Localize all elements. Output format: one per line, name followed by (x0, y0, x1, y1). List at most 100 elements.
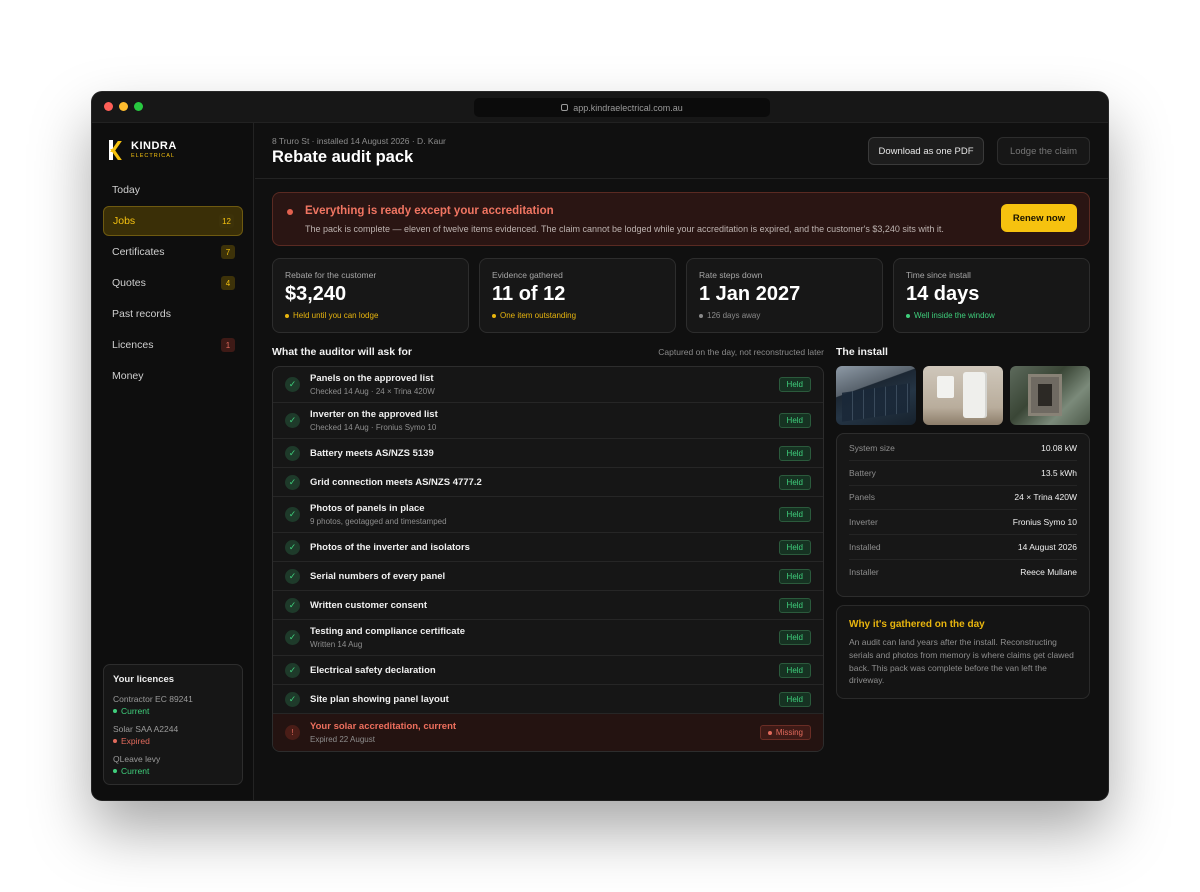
stat-note: Held until you can lodge (285, 311, 456, 320)
checkmark-icon: ✓ (285, 413, 300, 428)
stat-card-rebate: Rebate for the customer $3,240 Held unti… (272, 258, 469, 333)
sidebar-item-licences[interactable]: Licences 1 (103, 330, 243, 360)
stat-note: 126 days away (699, 311, 870, 320)
sidebar-item-label: Certificates (112, 246, 165, 258)
item-sub: 9 photos, geotagged and timestamped (310, 517, 447, 526)
sidebar-item-certificates[interactable]: Certificates 7 (103, 237, 243, 267)
renew-now-button[interactable]: Renew now (1001, 204, 1077, 232)
lodge-claim-button[interactable]: Lodge the claim (997, 137, 1090, 165)
minimize-window-button[interactable] (119, 102, 128, 111)
why-body: An audit can land years after the instal… (849, 637, 1074, 686)
checkmark-icon: ✓ (285, 662, 300, 678)
held-badge: Held (778, 413, 811, 428)
held-badge: Held (778, 691, 811, 707)
status-dot-icon (113, 709, 117, 713)
checklist-note: Captured on the day, not reconstructed l… (658, 347, 824, 357)
stat-value: $3,240 (285, 283, 347, 305)
evidence-checklist: ✓ Panels on the approved list Checked 14 … (272, 366, 824, 752)
brand-sub: ELECTRICAL (131, 152, 175, 159)
brand-logo[interactable]: KINDRA ELECTRICAL (109, 140, 177, 160)
install-photos (836, 366, 1090, 425)
item-sub: Checked 14 Aug · 24 × Trina 420W (310, 387, 435, 396)
item-label: Photos of panels in place (310, 503, 425, 514)
spec-row: Panels 24 × Trina 420W (849, 486, 1077, 511)
count-badge: 12 (219, 214, 234, 228)
sidebar-item-past-records[interactable]: Past records (103, 299, 243, 329)
checklist-row[interactable]: ✓ Testing and compliance certificate Writ… (273, 620, 823, 656)
stat-label: Rebate for the customer (285, 270, 377, 280)
checkmark-icon: ✓ (285, 507, 300, 522)
photo-roof-panels[interactable] (836, 366, 916, 425)
download-pdf-button[interactable]: Download as one PDF (868, 137, 984, 165)
licence-item: QLeave levy Current (113, 754, 233, 776)
held-badge: Held (778, 445, 811, 461)
sidebar: KINDRA ELECTRICAL Today Jobs 12 Certific… (92, 123, 254, 800)
sidebar-item-money[interactable]: Money (103, 361, 243, 391)
checklist-row[interactable]: ✓ Photos of panels in place 9 photos, geo… (273, 497, 823, 533)
status-dot-icon (767, 730, 772, 735)
count-badge: 4 (221, 276, 235, 290)
checklist-row[interactable]: ✓ Electrical safety declaration Held (273, 656, 823, 685)
stat-note: One item outstanding (492, 311, 663, 320)
close-window-button[interactable] (104, 102, 113, 111)
stat-value: 1 Jan 2027 (699, 283, 801, 305)
maximize-window-button[interactable] (134, 102, 143, 111)
status-dot-icon (113, 739, 117, 743)
main-content: 8 Truro St · installed 14 August 2026 · … (255, 123, 1108, 800)
why-panel: Why it's gathered on the day An audit ca… (836, 605, 1090, 699)
alert-heading: Everything is ready except your accredit… (305, 205, 554, 217)
why-title: Why it's gathered on the day (849, 619, 985, 630)
sidebar-item-quotes[interactable]: Quotes 4 (103, 268, 243, 298)
held-badge: Held (778, 377, 811, 392)
checklist-row[interactable]: ✓ Panels on the approved list Checked 14 … (273, 367, 823, 403)
stat-label: Time since install (906, 270, 971, 280)
sidebar-item-label: Quotes (112, 277, 146, 289)
address-bar[interactable]: app.kindraelectrical.com.au (474, 98, 770, 117)
stat-note: Well inside the window (906, 311, 1077, 320)
held-badge: Held (778, 597, 811, 613)
checkmark-icon: ✓ (285, 597, 300, 613)
item-label: Written customer consent (310, 599, 428, 611)
sidebar-item-today[interactable]: Today (103, 175, 243, 205)
spec-row: Installer Reece Mullane (849, 567, 1077, 578)
install-specs: System size 10.08 kW Battery 13.5 kWh Pane… (836, 433, 1090, 597)
sidebar-item-jobs[interactable]: Jobs 12 (103, 206, 243, 236)
photo-house-exterior[interactable] (1010, 366, 1090, 425)
checklist-row[interactable]: ✓ Battery meets AS/NZS 5139 Held (273, 439, 823, 468)
status-dot-icon (492, 313, 496, 318)
checkmark-icon: ✓ (285, 474, 300, 490)
held-badge: Held (778, 568, 811, 584)
licences-title: Your licences (113, 674, 175, 685)
item-label: Site plan showing panel layout (310, 693, 449, 705)
sidebar-item-label: Today (112, 184, 141, 196)
title-bar: app.kindraelectrical.com.au (92, 92, 1108, 123)
checklist-row[interactable]: ✓ Site plan showing panel layout Held (273, 685, 823, 714)
checklist-row[interactable]: ✓ Inverter on the approved list Checked 1… (273, 403, 823, 439)
status-dot-icon (113, 769, 117, 773)
kindra-logo-icon (109, 140, 125, 160)
held-badge: Held (778, 630, 811, 645)
spec-row: Inverter Fronius Symo 10 (849, 510, 1077, 536)
licence-name: QLeave levy (113, 754, 161, 764)
item-label: Grid connection meets AS/NZS 4777.2 (310, 476, 482, 488)
item-sub: Expired 22 August (310, 735, 375, 744)
photo-inverter-battery[interactable] (923, 366, 1003, 425)
checklist-row[interactable]: ✓ Grid connection meets AS/NZS 4777.2 He… (273, 468, 823, 497)
checklist-row[interactable]: ✓ Photos of the inverter and isolators H… (273, 533, 823, 562)
sidebar-item-label: Jobs (113, 215, 136, 227)
breadcrumb: 8 Truro St · installed 14 August 2026 · … (272, 136, 446, 146)
stat-cards: Rebate for the customer $3,240 Held unti… (272, 258, 1090, 333)
stat-card-rate: Rate steps down 1 Jan 2027 126 days away (686, 258, 883, 333)
sidebar-item-label: Past records (112, 308, 171, 320)
stat-label: Rate steps down (699, 270, 763, 280)
licences-panel[interactable]: Your licences Contractor EC 89241 Curren… (103, 664, 243, 785)
sidebar-nav: Today Jobs 12 Certificates 7 Quotes 4 Pa… (103, 175, 243, 392)
checklist-row[interactable]: ✓ Serial numbers of every panel Held (273, 562, 823, 591)
page-header: 8 Truro St · installed 14 August 2026 · … (255, 123, 1108, 179)
checklist-row-missing[interactable]: ! Your solar accreditation, current Expir… (273, 714, 823, 751)
licence-name: Solar SAA A2244 (113, 724, 179, 734)
checklist-row[interactable]: ✓ Written customer consent Held (273, 591, 823, 620)
install-title: The install (836, 346, 888, 358)
item-label: Testing and compliance certificate (310, 626, 466, 637)
sidebar-item-label: Licences (112, 339, 154, 351)
